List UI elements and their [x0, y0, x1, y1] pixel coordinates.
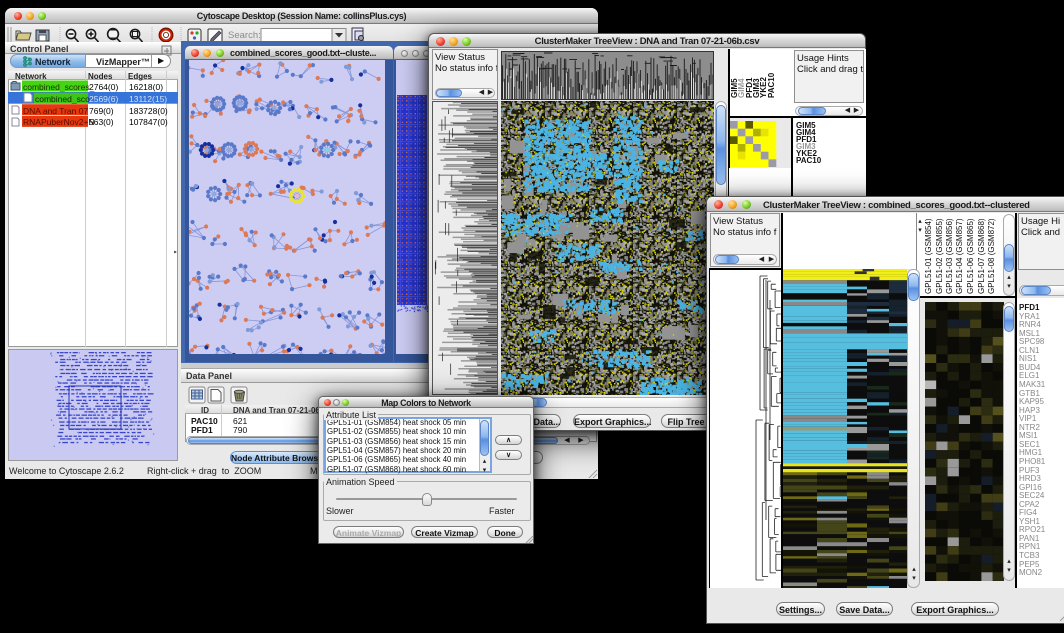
- svg-text:Search:: Search:: [228, 30, 261, 41]
